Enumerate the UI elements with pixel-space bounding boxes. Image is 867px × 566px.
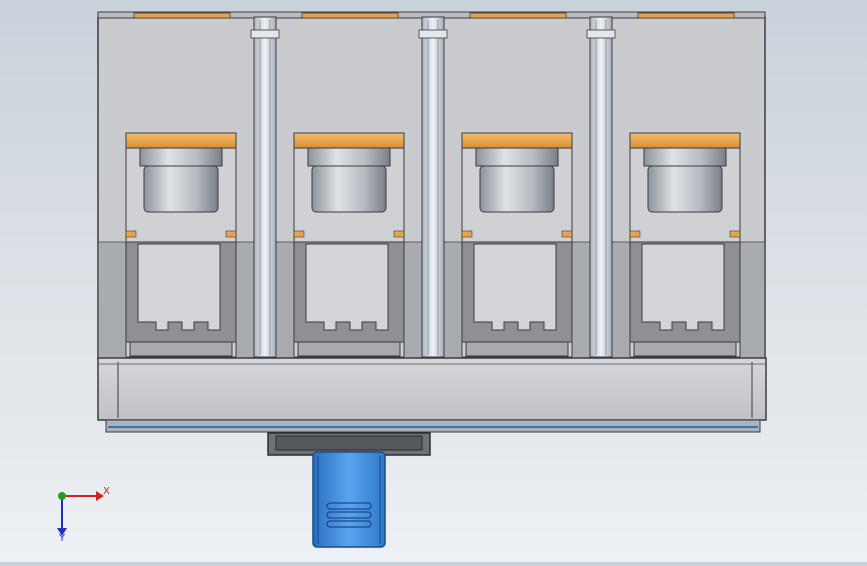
- cad-viewport[interactable]: X Y: [0, 0, 867, 562]
- module-tab-right: [225, 230, 237, 238]
- module-cylinder: [647, 165, 723, 213]
- module-cradle-inner: [641, 243, 725, 331]
- module-foot: [297, 341, 401, 357]
- module-top-cap: [133, 12, 231, 19]
- connector-inner: [275, 435, 423, 451]
- x-axis-label: X: [103, 486, 110, 497]
- module-top-cap: [301, 12, 399, 19]
- module-cradle-inner: [473, 243, 557, 331]
- module-cylinder: [143, 165, 219, 213]
- cad-model-view[interactable]: [0, 0, 867, 562]
- rail-3: [589, 16, 613, 358]
- rail-2: [421, 16, 445, 358]
- module-tab-right: [729, 230, 741, 238]
- module-collar: [643, 147, 727, 167]
- module-tab-left: [293, 230, 305, 238]
- module-tab-left: [629, 230, 641, 238]
- rail-clip: [418, 29, 448, 39]
- module-tab-left: [461, 230, 473, 238]
- module-foot: [465, 341, 569, 357]
- axis-triad: X Y: [40, 478, 120, 548]
- module-collar: [475, 147, 559, 167]
- base-plate[interactable]: [97, 357, 767, 421]
- module-cap: [461, 132, 573, 149]
- rail-clip: [586, 29, 616, 39]
- module-cylinder: [479, 165, 555, 213]
- module-tab-left: [125, 230, 137, 238]
- blue-handle[interactable]: [312, 451, 386, 548]
- module-collar: [139, 147, 223, 167]
- module-foot: [633, 341, 737, 357]
- axis-origin: [58, 492, 66, 500]
- module-cap: [293, 132, 405, 149]
- module-top-cap: [637, 12, 735, 19]
- module-cradle-inner: [305, 243, 389, 331]
- module-cap: [125, 132, 237, 149]
- module-cylinder: [311, 165, 387, 213]
- module-tab-right: [393, 230, 405, 238]
- y-axis-label: Y: [59, 533, 66, 544]
- module-cap: [629, 132, 741, 149]
- rail-1: [253, 16, 277, 358]
- module-foot: [129, 341, 233, 357]
- module-top-cap: [469, 12, 567, 19]
- module-collar: [307, 147, 391, 167]
- rail-clip: [250, 29, 280, 39]
- module-cradle-inner: [137, 243, 221, 331]
- module-tab-right: [561, 230, 573, 238]
